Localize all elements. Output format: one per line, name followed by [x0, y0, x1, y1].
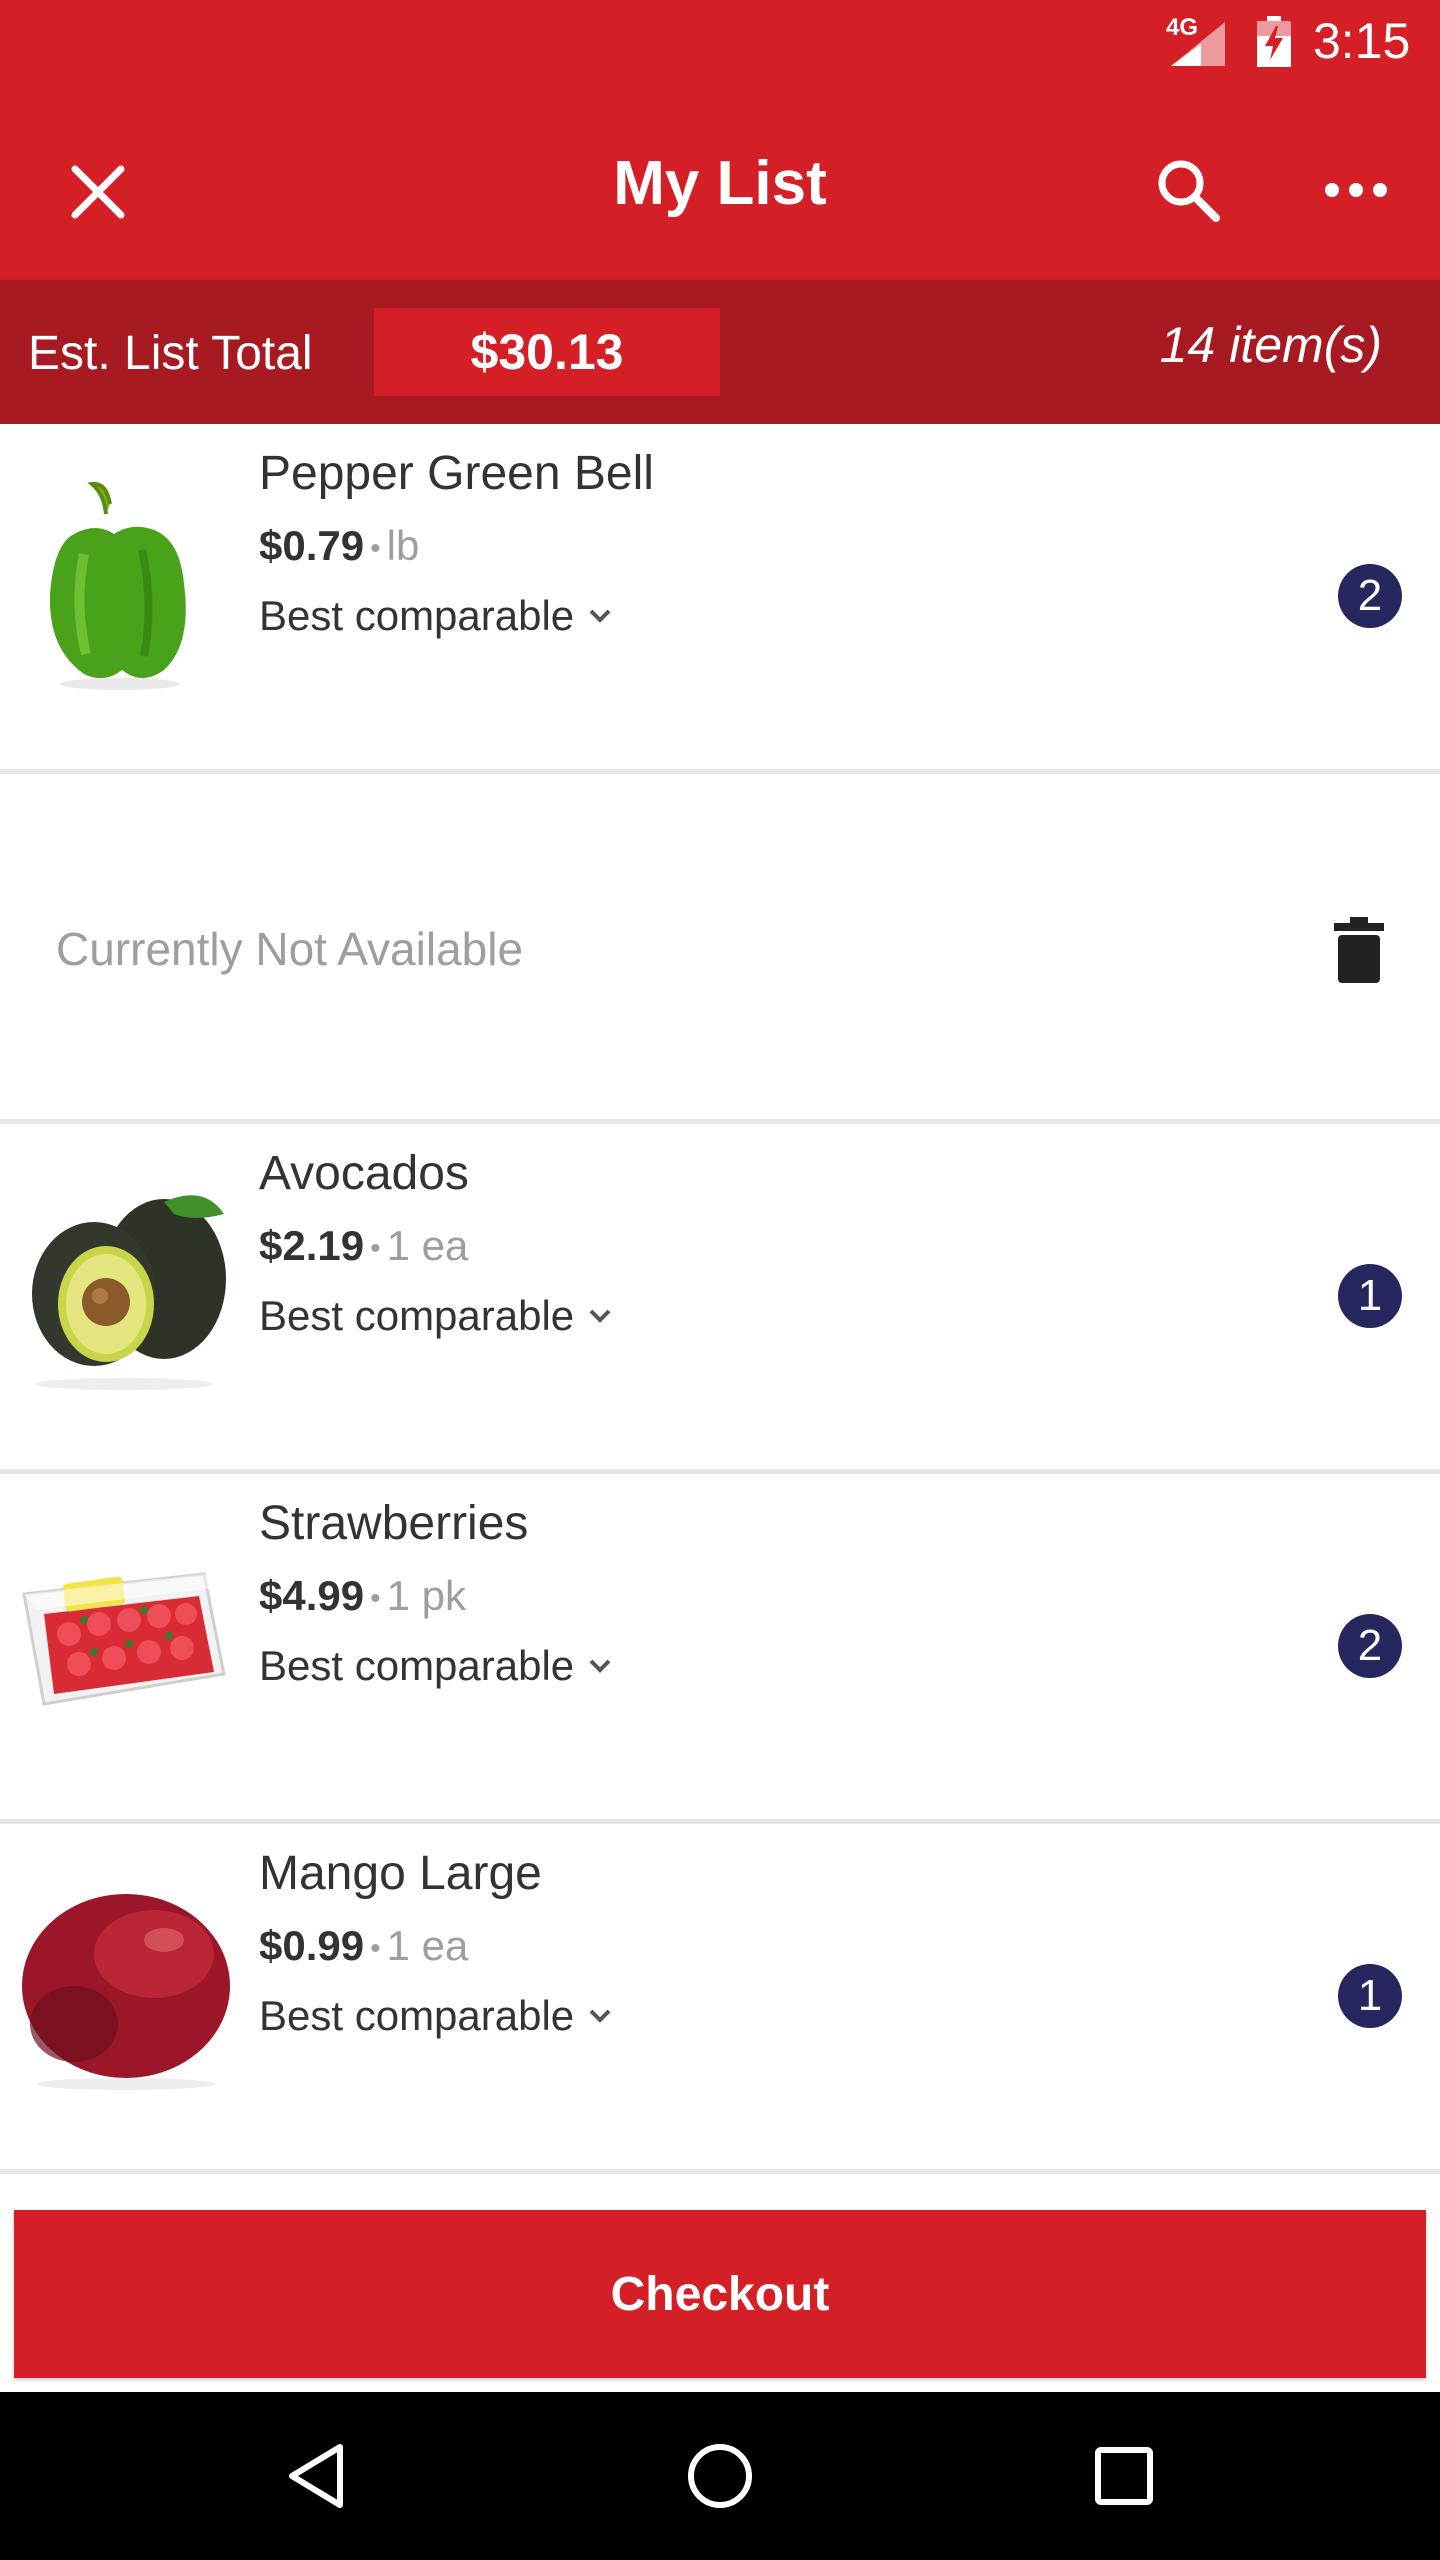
- mango-image: [22, 1894, 230, 2090]
- item-name: Strawberries: [259, 1497, 529, 1550]
- chevron-down-icon: [589, 609, 611, 623]
- back-button[interactable]: [266, 2426, 366, 2526]
- chevron-down-icon: [589, 1309, 611, 1323]
- checkout-footer: Checkout: [0, 2180, 1440, 2392]
- item-price-line: $2.19 • 1 ea: [259, 1222, 468, 1270]
- more-horizontal-icon: [1325, 183, 1387, 197]
- total-label: Est. List Total: [28, 327, 313, 380]
- substitution-label: Best comparable: [259, 592, 575, 639]
- substitution-label: Best comparable: [259, 1292, 575, 1339]
- green-bell-pepper-image: [49, 481, 186, 690]
- trash-icon: [1334, 917, 1384, 983]
- quantity-badge[interactable]: 1: [1338, 1964, 1402, 2028]
- search-button[interactable]: [1140, 142, 1236, 238]
- signal-icon: [1171, 22, 1225, 66]
- substitution-label: Best comparable: [259, 1992, 575, 2039]
- substitution-label: Best comparable: [259, 1642, 575, 1689]
- separator-dot: •: [370, 531, 381, 565]
- item-unit: lb: [386, 522, 420, 569]
- list-summary-bar: Est. List Total $30.13 14 item(s): [0, 280, 1440, 424]
- item-name: Mango Large: [259, 1847, 542, 1900]
- substitution-dropdown[interactable]: Best comparable: [259, 1992, 612, 2040]
- status-bar: 4G 3:15: [0, 0, 1440, 84]
- substitution-dropdown[interactable]: Best comparable: [259, 1292, 612, 1340]
- separator-dot: •: [370, 1581, 381, 1615]
- app-toolbar: My List: [0, 84, 1440, 280]
- avocado-image: [32, 1195, 226, 1390]
- chevron-down-icon: [589, 2009, 611, 2023]
- substitution-dropdown[interactable]: Best comparable: [259, 592, 612, 640]
- list-item[interactable]: Strawberries $4.99 • 1 pk Best comparable …: [0, 1474, 1440, 1824]
- item-price-line: $0.79 • lb: [259, 522, 419, 570]
- recents-button[interactable]: [1074, 2426, 1174, 2526]
- separator-dot: •: [370, 1231, 381, 1265]
- back-icon: [289, 2444, 343, 2508]
- screen: 4G 3:15 My List Est. List Total $30.13 1…: [0, 0, 1440, 2560]
- substitution-dropdown[interactable]: Best comparable: [259, 1642, 612, 1690]
- item-name: Pepper Green Bell: [259, 447, 654, 500]
- quantity-badge[interactable]: 2: [1338, 1614, 1402, 1678]
- chevron-down-icon: [589, 1659, 611, 1673]
- item-price: $0.79: [259, 522, 365, 569]
- item-unit: 1 ea: [386, 1922, 469, 1969]
- item-unit: 1 pk: [386, 1572, 467, 1619]
- recents-icon: [1095, 2447, 1153, 2505]
- clock: 3:15: [1313, 13, 1411, 69]
- item-unit: 1 ea: [386, 1222, 469, 1269]
- strawberries-image: [22, 1572, 226, 1706]
- list-item[interactable]: Mango Large $0.99 • 1 ea Best comparable 1: [0, 1824, 1440, 2174]
- checkout-button[interactable]: Checkout: [14, 2210, 1426, 2378]
- home-icon: [688, 2444, 752, 2508]
- home-button[interactable]: [670, 2426, 770, 2526]
- item-count: 14 item(s): [1159, 317, 1382, 373]
- battery-charging-icon: [1257, 16, 1291, 67]
- shopping-list: Pepper Green Bell $0.79 • lb Best comparab…: [0, 424, 1440, 2174]
- more-options-button[interactable]: [1308, 142, 1404, 238]
- quantity-badge[interactable]: 1: [1338, 1264, 1402, 1328]
- system-nav-bar: [0, 2392, 1440, 2560]
- item-price-line: $4.99 • 1 pk: [259, 1572, 466, 1620]
- list-item[interactable]: Avocados $2.19 • 1 ea Best comparable 1: [0, 1124, 1440, 1474]
- unavailable-item: Currently Not Available: [0, 774, 1440, 1124]
- item-price-line: $0.99 • 1 ea: [259, 1922, 468, 1970]
- quantity-badge[interactable]: 2: [1338, 564, 1402, 628]
- delete-button[interactable]: [1318, 902, 1400, 998]
- unavailable-label: Currently Not Available: [56, 923, 524, 975]
- search-icon: [1158, 160, 1220, 222]
- separator-dot: •: [370, 1931, 381, 1965]
- item-price: $0.99: [259, 1922, 365, 1969]
- list-item[interactable]: Pepper Green Bell $0.79 • lb Best comparab…: [0, 424, 1440, 774]
- total-value: $30.13: [374, 308, 720, 396]
- item-price: $2.19: [259, 1222, 365, 1269]
- item-name: Avocados: [259, 1147, 469, 1200]
- item-price: $4.99: [259, 1572, 365, 1619]
